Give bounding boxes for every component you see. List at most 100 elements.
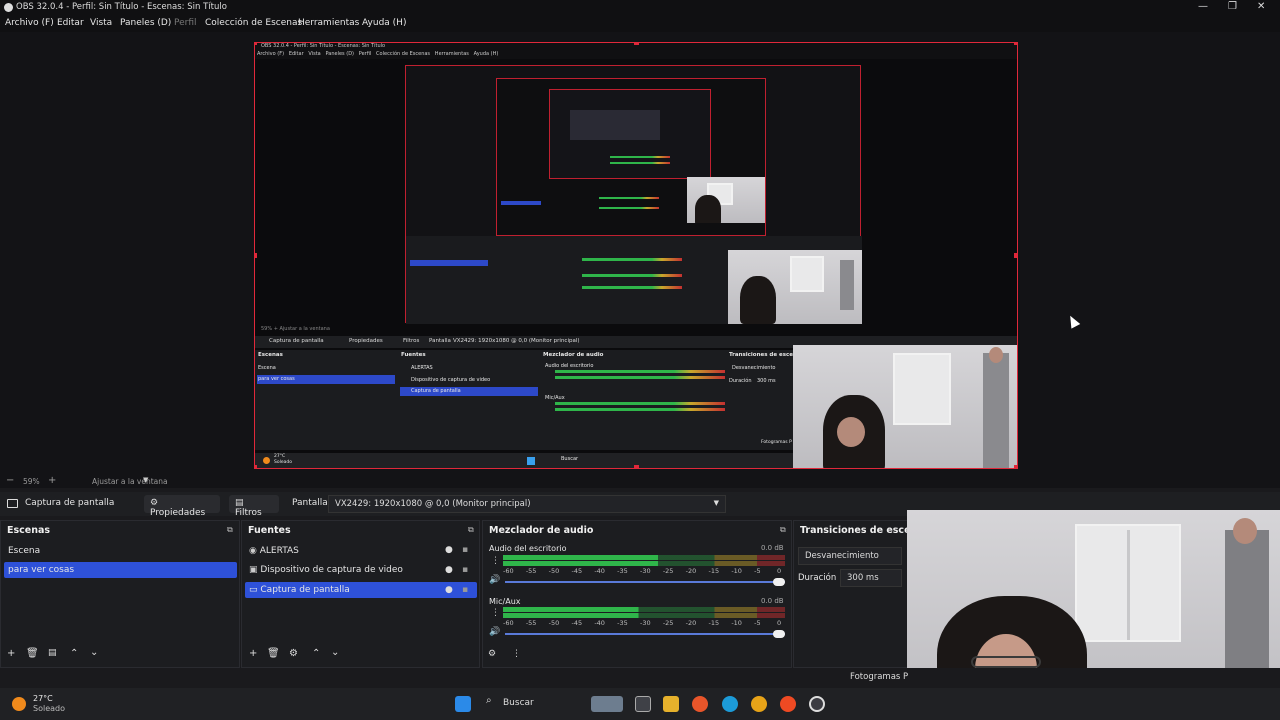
move-down-icon[interactable]: ⌄ xyxy=(331,647,339,658)
display-icon: ▭ xyxy=(249,585,258,595)
status-bar: Fotogramas P xyxy=(0,668,1280,688)
menu-archivo[interactable]: Archivo (F) xyxy=(5,18,54,28)
search-icon[interactable]: ⌕ xyxy=(486,695,492,706)
more-options-icon[interactable]: ⋮ xyxy=(512,649,521,659)
zoom-dropdown-icon[interactable]: ▼ xyxy=(143,476,148,484)
eye-icon[interactable]: ● xyxy=(445,585,453,595)
undock-icon[interactable]: ⧉ xyxy=(468,525,474,535)
menu-paneles[interactable]: Paneles (D) xyxy=(120,18,171,28)
source-item-selected[interactable]: ▭ Captura de pantalla xyxy=(245,582,477,598)
resize-handle[interactable] xyxy=(1014,43,1017,45)
nested-webcam-small xyxy=(687,177,765,223)
firefox-icon[interactable] xyxy=(692,696,708,712)
properties-label: Propiedades xyxy=(150,508,206,518)
close-button[interactable]: ✕ xyxy=(1257,1,1265,12)
nested-pantalla: Pantalla xyxy=(429,338,451,344)
move-down-icon[interactable]: ⌄ xyxy=(90,647,98,658)
menu-vista[interactable]: Vista xyxy=(90,18,112,28)
trash-icon[interactable]: 🗑 xyxy=(26,648,39,659)
nested-source-item: Dispositivo de captura de video xyxy=(411,377,491,383)
more-options-icon[interactable]: ⋮ xyxy=(491,556,500,566)
nested-scene-item: para ver cosas xyxy=(258,376,295,382)
weather-condition[interactable]: Soleado xyxy=(33,704,65,713)
audio-meter xyxy=(503,613,785,618)
source-name: Captura de pantalla xyxy=(25,498,115,508)
volume-slider[interactable] xyxy=(505,633,785,635)
sources-dock: Fuentes ⧉ ◉ ALERTAS ▣ Dispositivo de cap… xyxy=(241,520,480,668)
edge-icon[interactable] xyxy=(722,696,738,712)
task-view-icon[interactable] xyxy=(635,696,651,712)
volume-knob[interactable] xyxy=(773,630,785,638)
meter-tick-label: -45 xyxy=(571,567,583,575)
transitions-dock-title: Transiciones de escena xyxy=(800,525,924,536)
zoom-in-button[interactable]: + xyxy=(48,475,56,486)
volume-slider[interactable] xyxy=(505,581,785,583)
meter-tick-label: 0 xyxy=(777,619,782,627)
meter-tick-label: -20 xyxy=(685,619,697,627)
menu-ayuda[interactable]: Ayuda (H) xyxy=(362,18,406,28)
nested-selection xyxy=(501,201,541,205)
resize-handle[interactable] xyxy=(1014,465,1017,468)
add-source-button[interactable]: + xyxy=(249,648,257,659)
minimize-button[interactable]: — xyxy=(1198,1,1208,12)
add-scene-button[interactable]: + xyxy=(7,648,15,659)
transition-select[interactable]: Desvanecimiento xyxy=(798,547,902,565)
meter-tick-label: -40 xyxy=(594,619,605,627)
lock-icon[interactable]: ▪ xyxy=(462,545,468,555)
speaker-icon[interactable]: 🔊 xyxy=(489,627,500,637)
resize-handle[interactable] xyxy=(255,253,257,258)
menu-perfil[interactable]: Perfil xyxy=(174,18,197,28)
fit-window-button[interactable]: Ajustar a la ventana xyxy=(92,477,168,486)
meter-tick-label: -50 xyxy=(548,567,560,575)
advanced-audio-icon[interactable]: ⚙ xyxy=(488,649,496,659)
eye-icon[interactable]: ● xyxy=(445,565,453,575)
scene-item-selected[interactable]: para ver cosas xyxy=(4,562,237,578)
lock-icon[interactable]: ▪ xyxy=(462,585,468,595)
trash-icon[interactable]: 🗑 xyxy=(267,648,280,659)
search-box[interactable]: Buscar xyxy=(503,698,534,708)
meter-tick-label: -10 xyxy=(731,619,742,627)
speaker-icon[interactable]: 🔊 xyxy=(489,575,500,585)
source-item[interactable]: ◉ ALERTAS xyxy=(245,543,477,559)
preview-canvas[interactable]: OBS 32.0.4 - Perfil: Sin Título - Escena… xyxy=(254,42,1018,469)
resize-handle[interactable] xyxy=(1014,253,1017,258)
filters-button[interactable]: ▤ Filtros xyxy=(229,495,279,518)
nested-duration-label: Duración xyxy=(729,378,752,384)
eye-icon[interactable]: ● xyxy=(445,545,453,555)
undock-icon[interactable]: ⧉ xyxy=(227,525,233,535)
undock-icon[interactable]: ⧉ xyxy=(780,525,786,535)
channel-name: Mic/Aux xyxy=(489,597,521,606)
maximize-button[interactable]: ❐ xyxy=(1228,1,1237,12)
duration-spinbox[interactable]: 300 ms xyxy=(840,569,902,587)
move-up-icon[interactable]: ⌃ xyxy=(312,648,320,659)
volume-knob[interactable] xyxy=(773,578,785,586)
move-up-icon[interactable]: ⌃ xyxy=(70,648,78,659)
weather-temp[interactable]: 27°C xyxy=(33,694,53,703)
source-item[interactable]: ▣ Dispositivo de captura de video xyxy=(245,562,477,578)
menu-coleccion-escenas[interactable]: Colección de Escenas xyxy=(205,18,302,28)
resize-handle[interactable] xyxy=(255,465,257,468)
scene-item[interactable]: Escena xyxy=(4,543,237,559)
browser-icon: ◉ xyxy=(249,546,257,556)
gear-icon[interactable]: ⚙ xyxy=(289,648,298,659)
chrome-icon[interactable] xyxy=(751,696,767,712)
channel-db: 0.0 dB xyxy=(761,544,784,552)
resize-handle[interactable] xyxy=(255,43,257,45)
zoom-out-button[interactable]: − xyxy=(6,475,14,486)
display-select[interactable]: VX2429: 1920x1080 @ 0,0 (Monitor princip… xyxy=(328,495,726,513)
windows-start-icon[interactable] xyxy=(455,696,471,712)
resize-handle[interactable] xyxy=(634,465,639,468)
menu-editar[interactable]: Editar xyxy=(57,18,84,28)
nested-dock-mixer: Mezclador de audio xyxy=(543,352,604,358)
resize-handle[interactable] xyxy=(634,43,639,45)
brave-icon[interactable] xyxy=(780,696,796,712)
lock-icon[interactable]: ▪ xyxy=(462,565,468,575)
meter-tick-label: -55 xyxy=(525,567,537,575)
properties-button[interactable]: ⚙ Propiedades xyxy=(144,495,220,518)
scene-filters-icon[interactable]: ▤ xyxy=(48,648,57,658)
menu-herramientas[interactable]: Herramientas xyxy=(298,18,359,28)
sun-icon[interactable] xyxy=(12,697,26,711)
more-options-icon[interactable]: ⋮ xyxy=(491,608,500,618)
obs-taskbar-icon[interactable] xyxy=(809,696,825,712)
file-explorer-icon[interactable] xyxy=(663,696,679,712)
